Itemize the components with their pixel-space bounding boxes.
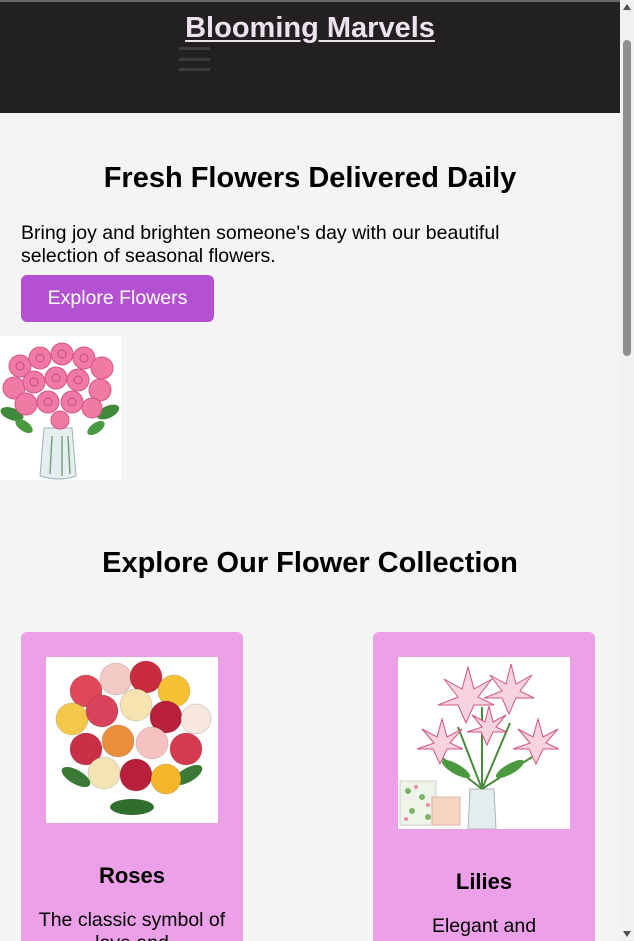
- flower-card-roses[interactable]: Roses The classic symbol of love and: [21, 632, 243, 941]
- hero-title: Fresh Flowers Delivered Daily: [103, 162, 517, 194]
- card-title: Lilies: [455, 869, 513, 894]
- site-header: Blooming Marvels: [0, 0, 620, 113]
- pink-roses-vase-image: [0, 336, 121, 480]
- card-description: The classic symbol of love and: [38, 909, 226, 941]
- card-description: Elegant and: [431, 915, 537, 937]
- collection-title: Explore Our Flower Collection: [102, 547, 518, 579]
- card-title: Roses: [98, 863, 166, 888]
- page-scrollbar[interactable]: [620, 0, 634, 941]
- roses-bouquet-image: [46, 657, 218, 823]
- flower-card-lilies[interactable]: Lilies Elegant and: [373, 632, 595, 941]
- hamburger-line: [179, 57, 210, 61]
- hamburger-icon[interactable]: [179, 47, 210, 71]
- arrow-down-icon[interactable]: [620, 927, 634, 941]
- site-title-link[interactable]: Blooming Marvels: [0, 12, 620, 45]
- hamburger-line: [179, 47, 210, 50]
- scrollbar-thumb[interactable]: [623, 40, 631, 356]
- hero-text: Bring joy and brighten someone's day wit…: [21, 222, 500, 267]
- lilies-bouquet-image: [398, 657, 570, 830]
- page-viewport: Blooming Marvels Fresh Flowers Delivered…: [0, 0, 620, 941]
- explore-flowers-button[interactable]: Explore Flowers: [21, 275, 214, 322]
- hamburger-line: [179, 68, 210, 71]
- arrow-up-icon[interactable]: [620, 0, 634, 14]
